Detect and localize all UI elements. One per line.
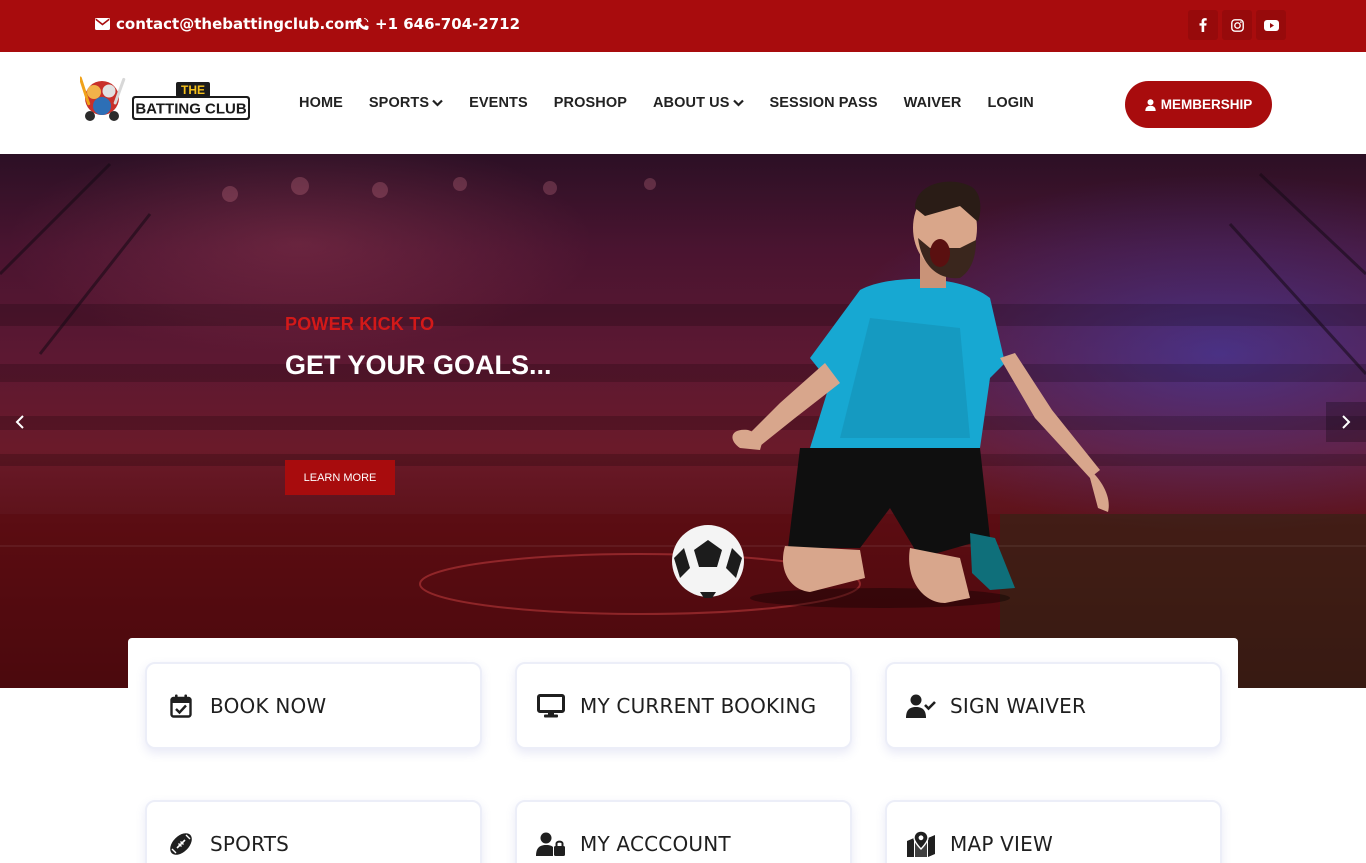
monitor-icon bbox=[536, 691, 566, 721]
slider-next-button[interactable] bbox=[1326, 402, 1366, 442]
chevron-down-icon bbox=[732, 99, 744, 107]
nav-proshop[interactable]: PROSHOP bbox=[554, 95, 627, 111]
phone-icon bbox=[357, 17, 369, 30]
hero-subtitle: POWER KICK TO bbox=[285, 314, 435, 334]
map-marker-icon bbox=[906, 829, 936, 859]
nav-sports[interactable]: SPORTS bbox=[369, 95, 443, 111]
phone-link[interactable]: +1 646-704-2712 bbox=[356, 0, 520, 48]
email-text: contact@thebattingclub.com bbox=[116, 15, 360, 33]
membership-label: MEMBERSHIP bbox=[1160, 97, 1253, 112]
hero-slider: POWER KICK TO GET YOUR GOALS... LEARN MO… bbox=[0, 154, 1366, 688]
my-current-booking-label: MY CURRENT BOOKING bbox=[580, 693, 817, 718]
nav-waiver[interactable]: WAIVER bbox=[904, 95, 962, 111]
nav-session-pass[interactable]: SESSION PASS bbox=[770, 95, 878, 111]
nav-sports-label: SPORTS bbox=[368, 95, 430, 111]
nav-session-pass-label: SESSION PASS bbox=[769, 95, 878, 111]
batting-club-logo-graphic: THE BATTING CLUB bbox=[78, 76, 250, 121]
chevron-down-icon bbox=[432, 99, 443, 107]
book-now-card[interactable]: BOOK NOW bbox=[145, 662, 482, 749]
chevron-left-icon bbox=[15, 415, 24, 429]
svg-text:THE: THE bbox=[181, 83, 205, 97]
top-bar: contact@thebattingclub.com +1 646-704-27… bbox=[0, 0, 1366, 52]
site-header: THE BATTING CLUB HOME SPORTS EVENTS PROS… bbox=[0, 52, 1366, 154]
map-view-card[interactable]: MAP VIEW bbox=[885, 800, 1222, 863]
nav-proshop-label: PROSHOP bbox=[553, 95, 627, 111]
facebook-link[interactable] bbox=[1188, 10, 1218, 40]
calendar-check-icon bbox=[166, 691, 196, 721]
nav-about-us-label: ABOUT US bbox=[652, 95, 730, 111]
my-account-label: MY ACCCOUNT bbox=[580, 831, 731, 856]
site-logo[interactable]: THE BATTING CLUB bbox=[78, 74, 252, 130]
phone-text: +1 646-704-2712 bbox=[375, 15, 521, 33]
instagram-icon bbox=[1230, 18, 1244, 32]
main-nav: HOME SPORTS EVENTS PROSHOP ABOUT US SESS… bbox=[299, 52, 1060, 154]
email-link[interactable]: contact@thebattingclub.com bbox=[95, 0, 360, 48]
my-current-booking-card[interactable]: MY CURRENT BOOKING bbox=[515, 662, 852, 749]
nav-events[interactable]: EVENTS bbox=[469, 95, 528, 111]
youtube-icon bbox=[1263, 19, 1279, 31]
nav-login[interactable]: LOGIN bbox=[987, 95, 1033, 111]
envelope-icon bbox=[95, 18, 110, 30]
chevron-right-icon bbox=[1342, 415, 1351, 429]
sports-label: SPORTS bbox=[210, 831, 290, 856]
youtube-link[interactable] bbox=[1256, 10, 1286, 40]
slider-prev-button[interactable] bbox=[0, 402, 40, 442]
nav-login-label: LOGIN bbox=[987, 95, 1034, 111]
facebook-icon bbox=[1199, 18, 1207, 32]
map-view-label: MAP VIEW bbox=[950, 831, 1053, 856]
nav-about-us[interactable]: ABOUT US bbox=[653, 95, 744, 111]
nav-events-label: EVENTS bbox=[469, 95, 528, 111]
user-lock-icon bbox=[536, 829, 566, 859]
sign-waiver-label: SIGN WAIVER bbox=[950, 693, 1087, 718]
hero-title: GET YOUR GOALS... bbox=[285, 350, 552, 380]
book-now-label: BOOK NOW bbox=[210, 693, 327, 718]
sports-card[interactable]: SPORTS bbox=[145, 800, 482, 863]
learn-more-button[interactable]: LEARN MORE bbox=[285, 460, 395, 495]
sign-waiver-card[interactable]: SIGN WAIVER bbox=[885, 662, 1222, 749]
svg-text:BATTING CLUB: BATTING CLUB bbox=[135, 101, 247, 118]
my-account-card[interactable]: MY ACCCOUNT bbox=[515, 800, 852, 863]
football-icon bbox=[166, 829, 196, 859]
nav-waiver-label: WAIVER bbox=[903, 95, 962, 111]
nav-home-label: HOME bbox=[299, 95, 343, 111]
nav-home[interactable]: HOME bbox=[299, 95, 343, 111]
player-illustration bbox=[672, 181, 1109, 608]
instagram-link[interactable] bbox=[1222, 10, 1252, 40]
user-icon bbox=[1145, 98, 1156, 111]
user-check-icon bbox=[906, 691, 936, 721]
membership-button[interactable]: MEMBERSHIP bbox=[1125, 81, 1272, 128]
